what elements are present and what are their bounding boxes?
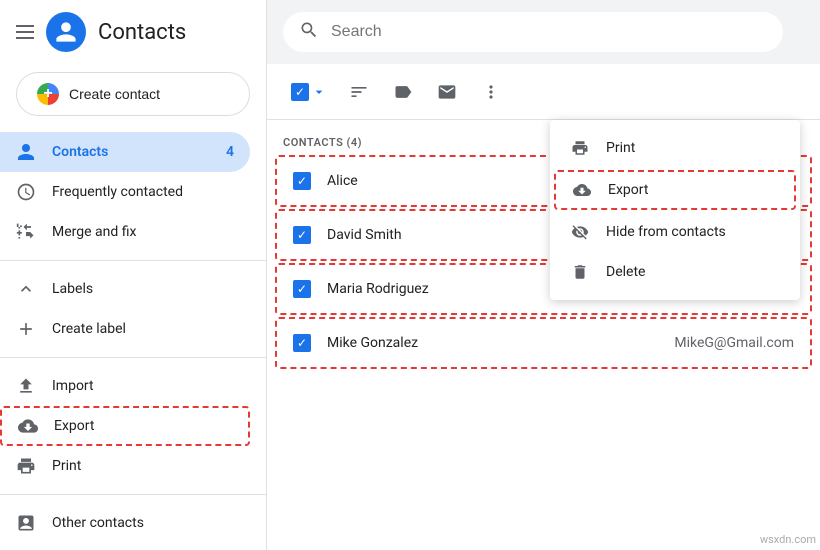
hide-menu-label: Hide from contacts <box>606 224 726 240</box>
contact-checkbox-maria <box>293 280 311 298</box>
sidebar-item-merge-and-fix[interactable]: Merge and fix <box>0 212 250 252</box>
print-icon <box>16 456 36 476</box>
chevron-up-icon <box>16 279 36 299</box>
export-menu-icon <box>572 180 592 200</box>
search-box[interactable] <box>283 12 783 52</box>
contacts-badge: 4 <box>226 144 234 160</box>
export-label: Export <box>54 418 94 434</box>
import-icon <box>16 376 36 396</box>
contacts-nav-label: Contacts <box>52 144 108 160</box>
create-contact-button[interactable]: Create contact <box>16 72 250 116</box>
plus-icon <box>16 319 36 339</box>
hide-menu-icon <box>570 222 590 242</box>
main-content: Print Export Hide from contacts <box>267 0 820 550</box>
contacts-logo-icon <box>54 20 78 44</box>
other-contacts-icon <box>16 513 36 533</box>
sidebar-item-create-label[interactable]: Create label <box>0 309 250 349</box>
dropdown-item-delete[interactable]: Delete <box>550 252 800 292</box>
export-menu-label: Export <box>608 182 648 198</box>
contact-row-mike[interactable]: Mike Gonzalez MikeG@Gmail.com <box>275 317 812 369</box>
contact-name-mike: Mike Gonzalez <box>327 335 658 351</box>
divider-3 <box>0 494 266 495</box>
person-icon <box>16 142 36 162</box>
contact-checkbox-alice <box>293 172 311 190</box>
merge-and-fix-label: Merge and fix <box>52 224 136 240</box>
dropdown-item-export[interactable]: Export <box>554 170 796 210</box>
merge-icon <box>16 222 36 242</box>
topbar <box>267 0 820 64</box>
print-menu-label: Print <box>606 140 635 156</box>
print-label: Print <box>52 458 81 474</box>
sidebar: Contacts Create contact Contacts 4 Frequ… <box>0 0 267 550</box>
delete-menu-icon <box>570 262 590 282</box>
sort-button[interactable] <box>339 72 379 112</box>
toolbar: Print Export Hide from contacts <box>267 64 820 120</box>
labels-label: Labels <box>52 281 93 297</box>
search-input[interactable] <box>331 23 767 41</box>
export-icon <box>18 416 38 436</box>
app-logo <box>46 12 86 52</box>
sidebar-header: Contacts <box>0 0 266 64</box>
divider-2 <box>0 357 266 358</box>
sidebar-item-export[interactable]: Export <box>0 406 250 446</box>
more-options-button[interactable] <box>471 72 511 112</box>
sidebar-item-print[interactable]: Print <box>0 446 250 486</box>
create-contact-label: Create contact <box>69 86 160 102</box>
label-button[interactable] <box>383 72 423 112</box>
contact-checkbox-david <box>293 226 311 244</box>
dropdown-arrow-icon <box>311 84 327 100</box>
frequently-contacted-label: Frequently contacted <box>52 184 183 200</box>
labels-section-header[interactable]: Labels <box>0 269 266 309</box>
import-label: Import <box>52 378 94 394</box>
contact-checkbox-mike <box>293 334 311 352</box>
sidebar-item-other-contacts[interactable]: Other contacts <box>0 503 250 543</box>
contact-email-mike: MikeG@Gmail.com <box>674 335 794 351</box>
other-contacts-label: Other contacts <box>52 515 144 531</box>
colored-plus-icon <box>37 83 59 105</box>
clock-icon <box>16 182 36 202</box>
select-all-button[interactable] <box>283 77 335 107</box>
dropdown-item-hide[interactable]: Hide from contacts <box>550 212 800 252</box>
search-icon <box>299 20 319 44</box>
sidebar-item-import[interactable]: Import <box>0 366 250 406</box>
print-menu-icon <box>570 138 590 158</box>
watermark: wsxdn.com <box>760 533 816 546</box>
dropdown-menu: Print Export Hide from contacts <box>550 120 800 300</box>
sidebar-item-frequently-contacted[interactable]: Frequently contacted <box>0 172 250 212</box>
dropdown-item-print[interactable]: Print <box>550 128 800 168</box>
create-label-label: Create label <box>52 321 126 337</box>
delete-menu-label: Delete <box>606 264 645 280</box>
email-button[interactable] <box>427 72 467 112</box>
sidebar-item-contacts[interactable]: Contacts 4 <box>0 132 250 172</box>
select-all-checkbox <box>291 83 309 101</box>
app-title: Contacts <box>98 20 186 45</box>
hamburger-icon[interactable] <box>16 25 34 39</box>
divider-1 <box>0 260 266 261</box>
